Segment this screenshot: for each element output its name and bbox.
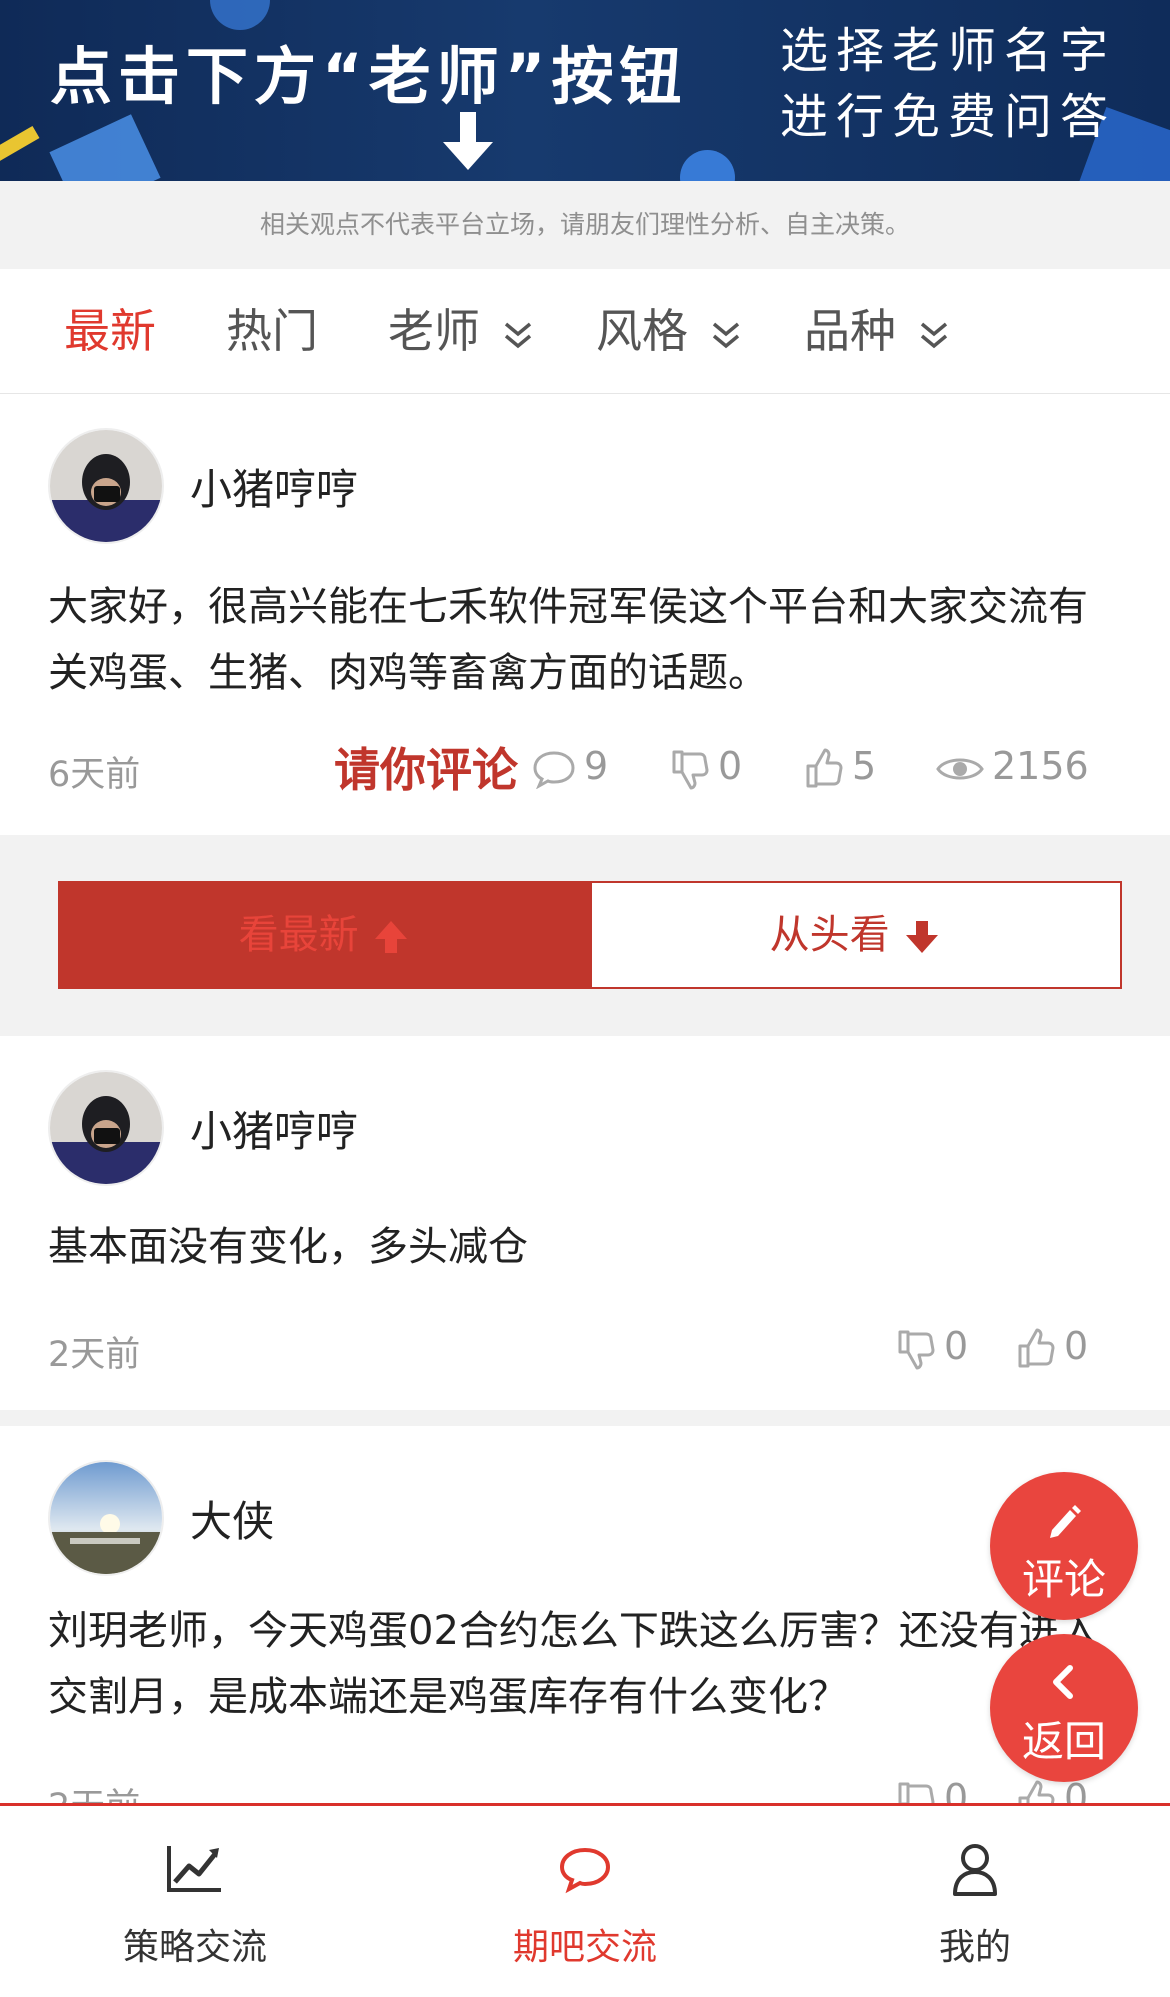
thumbs-up-icon [806, 748, 843, 787]
avatar[interactable] [48, 428, 164, 544]
view-count: 2156 [936, 744, 1089, 788]
reply-item: 小猪哼哼 基本面没有变化，多头减仓 2天前 0 0 [0, 1036, 1170, 1410]
banner-subtext-line2: 进行免费问答 [780, 89, 1117, 145]
tab-style[interactable]: 风格 [596, 269, 741, 393]
sort-bar: 看最新 从头看 [0, 835, 1170, 1035]
reply-content: 基本面没有变化，多头减仓 [48, 1224, 528, 1270]
dislike-count: 0 [944, 1324, 969, 1368]
tab-teacher[interactable]: 老师 [388, 269, 533, 393]
arrow-down-icon [906, 921, 939, 953]
sort-oldest-label: 从头看 [769, 912, 890, 958]
comment-count-value: 9 [584, 744, 609, 788]
arrow-up-icon [375, 921, 408, 953]
like-button[interactable]: 5 [804, 744, 876, 790]
username[interactable]: 小猪哼哼 [190, 1098, 358, 1159]
main-post: 小猪哼哼 大家好，很高兴能在七禾软件冠军侯这个平台和大家交流有关鸡蛋、生猪、肉鸡… [0, 394, 1170, 835]
bottom-navigation: 策略交流 期吧交流 我的 [0, 1803, 1170, 1997]
username[interactable]: 小猪哼哼 [190, 456, 358, 517]
tab-latest[interactable]: 最新 [64, 269, 156, 393]
filter-tabs: 最新 热门 老师 风格 品种 [0, 269, 1170, 394]
nav-label: 我的 [938, 1927, 1011, 1968]
eye-icon [936, 758, 984, 779]
nav-futures-chat[interactable]: 期吧交流 [390, 1806, 780, 1997]
chat-bubble-icon [559, 1847, 611, 1894]
view-count-value: 2156 [992, 744, 1089, 788]
back-fab-label: 返回 [1021, 1717, 1106, 1766]
avatar[interactable] [48, 1070, 164, 1186]
comment-count[interactable]: 9 [532, 744, 608, 789]
dislike-count: 0 [944, 1776, 969, 1806]
user-icon [953, 1844, 997, 1896]
chevron-left-icon [1053, 1665, 1073, 1699]
comment-icon [533, 750, 575, 789]
dislike-button[interactable]: 0 [896, 1776, 968, 1806]
post-content: 大家好，很高兴能在七禾软件冠军侯这个平台和大家交流有关鸡蛋、生猪、肉鸡等畜禽方面… [48, 584, 1088, 696]
dislike-button[interactable]: 0 [896, 1324, 968, 1370]
tab-label: 最新 [64, 304, 156, 358]
chart-icon [167, 1846, 221, 1892]
banner-decoration [680, 150, 735, 181]
nav-label: 期吧交流 [512, 1927, 657, 1968]
banner-subtext-line1: 选择老师名字 [780, 23, 1117, 79]
double-chevron-down-icon [920, 322, 947, 348]
post-time: 6天前 [48, 755, 141, 795]
back-fab-button[interactable]: 返回 [990, 1634, 1138, 1782]
double-chevron-down-icon [504, 322, 531, 348]
nav-mine[interactable]: 我的 [780, 1806, 1170, 1997]
promo-banner[interactable]: 点击下方“老师”按钮 选择老师名字 进行免费问答 [0, 0, 1170, 181]
sort-newest-label: 看最新 [238, 912, 359, 958]
dislike-count: 0 [718, 744, 743, 788]
comment-fab-label: 评论 [1021, 1555, 1106, 1604]
arrow-down-icon [443, 112, 493, 170]
thumbs-up-icon [1018, 1328, 1055, 1367]
thumbs-down-icon [898, 1330, 935, 1369]
sort-newest-button[interactable]: 看最新 [58, 881, 592, 989]
reply-time: 2天前 [48, 1335, 141, 1375]
tab-variety[interactable]: 品种 [804, 269, 949, 393]
invite-comment-label[interactable]: 请你评论 [334, 734, 518, 800]
like-count: 0 [1064, 1324, 1089, 1368]
tab-label: 热门 [226, 304, 318, 358]
pencil-icon [1050, 1505, 1081, 1538]
nav-strategy[interactable]: 策略交流 [0, 1806, 390, 1997]
reply-time: 2天前 [48, 1778, 140, 1806]
dislike-button[interactable]: 0 [670, 744, 742, 790]
thumbs-down-icon [672, 750, 709, 789]
banner-decoration [0, 125, 40, 169]
tab-label: 老师 [388, 304, 480, 358]
tab-label: 品种 [804, 304, 896, 358]
comment-fab-button[interactable]: 评论 [990, 1472, 1138, 1620]
like-button[interactable]: 0 [1016, 1324, 1088, 1370]
disclaimer-notice: 相关观点不代表平台立场，请朋友们理性分析、自主决策。 [0, 181, 1170, 269]
nav-label: 策略交流 [122, 1927, 267, 1968]
avatar[interactable] [48, 1460, 164, 1576]
tab-label: 风格 [596, 304, 688, 358]
banner-headline: 点击下方“老师”按钮 [50, 40, 688, 113]
like-count: 5 [852, 744, 877, 788]
sort-oldest-button[interactable]: 从头看 [590, 881, 1122, 989]
username[interactable]: 大侠 [190, 1488, 274, 1549]
reply-content: 刘玥老师，今天鸡蛋02合约怎么下跌这么厉害？还没有进入交割月，是成本端还是鸡蛋库… [48, 1608, 1099, 1720]
double-chevron-down-icon [712, 322, 739, 348]
tab-hot[interactable]: 热门 [226, 269, 318, 393]
banner-decoration [49, 114, 161, 181]
banner-subtext: 选择老师名字 进行免费问答 [780, 18, 1116, 150]
